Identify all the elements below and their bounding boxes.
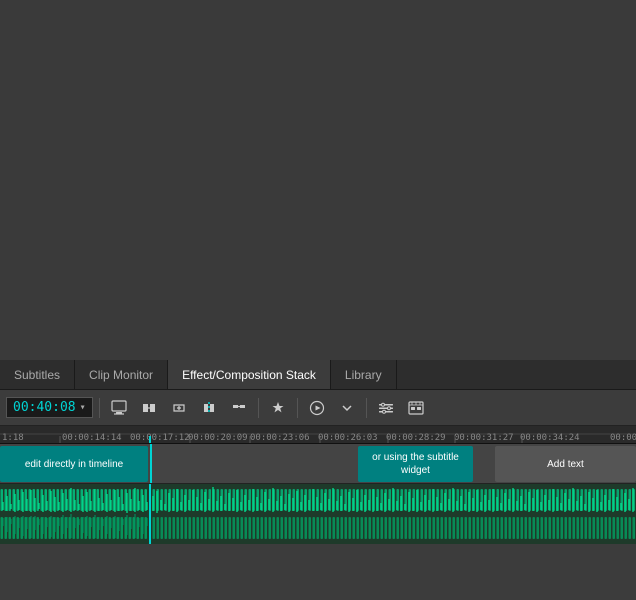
split-button[interactable] <box>196 395 222 421</box>
tab-library[interactable]: Library <box>331 360 397 389</box>
extract-icon <box>141 400 157 416</box>
subtitle-tool-icon <box>408 400 424 416</box>
timecode-value: 00:40:08 <box>13 400 76 415</box>
toolbar-row: 00:40:08 ▾ <box>0 390 636 426</box>
separator-4 <box>366 398 367 418</box>
split-icon <box>201 400 217 416</box>
svg-text:00:00:34:24: 00:00:34:24 <box>520 433 580 443</box>
play-chevron-button[interactable] <box>334 395 360 421</box>
timecode-chevron: ▾ <box>80 402 86 413</box>
play-chevron-icon <box>339 400 355 416</box>
settings-button[interactable] <box>373 395 399 421</box>
svg-text:00:00:31:27: 00:00:31:27 <box>454 433 514 443</box>
more-icon <box>231 400 247 416</box>
waveform-svg <box>0 484 636 544</box>
subtitle-track: edit directly in timeline or using the s… <box>0 444 636 484</box>
svg-text:00:00:20:09: 00:00:20:09 <box>188 433 248 443</box>
monitor-button[interactable] <box>106 395 132 421</box>
preview-area <box>0 0 636 360</box>
play-button[interactable] <box>304 395 330 421</box>
clip-edit-timeline[interactable]: edit directly in timeline <box>0 446 148 482</box>
tab-subtitles[interactable]: Subtitles <box>0 360 75 389</box>
separator-2 <box>258 398 259 418</box>
tab-clip-monitor[interactable]: Clip Monitor <box>75 360 168 389</box>
separator-3 <box>297 398 298 418</box>
tabs-row: Subtitles Clip Monitor Effect/Compositio… <box>0 360 636 390</box>
svg-text:00:00:23:06: 00:00:23:06 <box>250 433 310 443</box>
favorite-button[interactable] <box>265 395 291 421</box>
svg-text:00:00: 00:00 <box>610 433 636 443</box>
overwrite-icon <box>171 400 187 416</box>
settings-icon <box>378 400 394 416</box>
timeline-tracks: edit directly in timeline or using the s… <box>0 444 636 600</box>
monitor-icon <box>111 400 127 416</box>
svg-text:1:18: 1:18 <box>2 433 24 443</box>
timecode-display[interactable]: 00:40:08 ▾ <box>6 397 93 418</box>
timeline-ruler: 1:18 00:00:14:14 00:00:17:12 00:00:20:09… <box>0 426 636 444</box>
svg-text:00:00:17:12: 00:00:17:12 <box>130 433 190 443</box>
playhead <box>150 444 152 483</box>
more-options-button[interactable] <box>226 395 252 421</box>
play-icon <box>309 400 325 416</box>
svg-text:00:00:14:14: 00:00:14:14 <box>62 433 122 443</box>
star-icon <box>270 400 286 416</box>
clip-add-text[interactable]: Add text <box>495 446 636 482</box>
extract-button[interactable] <box>136 395 162 421</box>
separator-1 <box>99 398 100 418</box>
subtitle-tool-button[interactable] <box>403 395 429 421</box>
overwrite-button[interactable] <box>166 395 192 421</box>
svg-text:00:00:26:03: 00:00:26:03 <box>318 433 378 443</box>
svg-text:00:00:28:29: 00:00:28:29 <box>386 433 446 443</box>
audio-track: // Inline waveform generation - just use… <box>0 484 636 544</box>
tab-effect-composition[interactable]: Effect/Composition Stack <box>168 360 331 389</box>
clip-subtitle-widget[interactable]: or using the subtitle widget <box>358 446 473 482</box>
